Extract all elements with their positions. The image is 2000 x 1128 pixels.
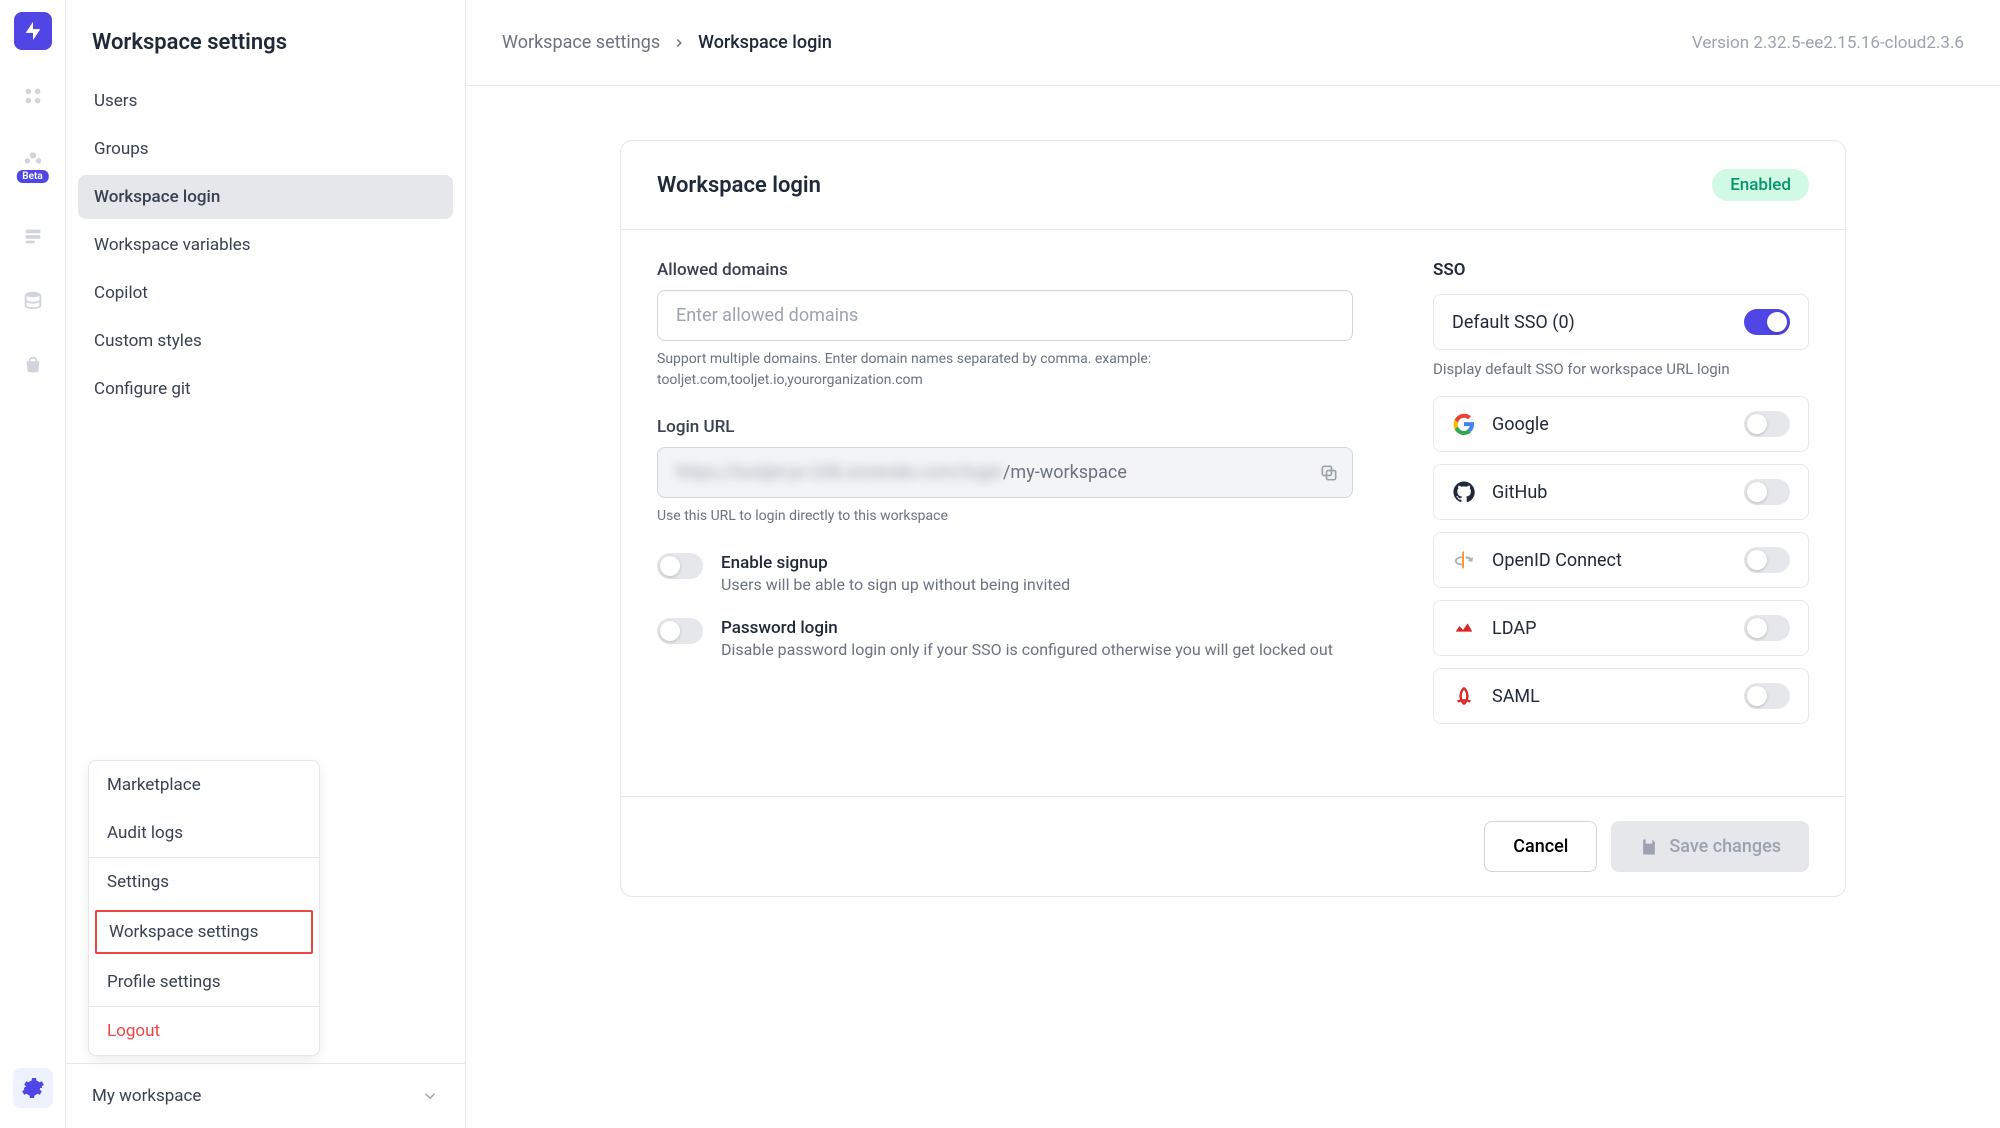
breadcrumb: Workspace settings Workspace login bbox=[502, 32, 832, 53]
enable-signup-desc: Users will be able to sign up without be… bbox=[721, 575, 1070, 594]
database-icon[interactable] bbox=[15, 282, 51, 318]
settings-card: Workspace login Enabled Allowed domains … bbox=[620, 140, 1846, 897]
sso-saml[interactable]: SAML bbox=[1433, 668, 1809, 724]
apps-icon[interactable] bbox=[15, 78, 51, 114]
popup-profile-settings[interactable]: Profile settings bbox=[89, 958, 319, 1006]
copy-icon[interactable] bbox=[1319, 463, 1339, 483]
saml-toggle[interactable] bbox=[1744, 683, 1790, 709]
default-sso-label: Default SSO (0) bbox=[1452, 312, 1575, 333]
status-badge: Enabled bbox=[1712, 169, 1809, 201]
main: Workspace settings Workspace login Versi… bbox=[466, 0, 2000, 1128]
enable-signup-title: Enable signup bbox=[721, 553, 1070, 573]
allowed-domains-label: Allowed domains bbox=[657, 260, 1353, 280]
sidebar-item-workspace-login[interactable]: Workspace login bbox=[78, 175, 453, 219]
topbar: Workspace settings Workspace login Versi… bbox=[466, 0, 2000, 86]
login-url-display: https://tooljet-pr-338.onrender.com/logi… bbox=[657, 447, 1353, 498]
openid-toggle[interactable] bbox=[1744, 547, 1790, 573]
ldap-label: LDAP bbox=[1492, 618, 1536, 639]
version-label: Version 2.32.5-ee2.15.16-cloud2.3.6 bbox=[1692, 33, 1964, 53]
sidebar-item-workspace-variables[interactable]: Workspace variables bbox=[78, 223, 453, 267]
default-sso-row: Default SSO (0) bbox=[1433, 294, 1809, 350]
sidebar-item-users[interactable]: Users bbox=[78, 79, 453, 123]
enable-signup-toggle[interactable] bbox=[657, 553, 703, 579]
openid-label: OpenID Connect bbox=[1492, 550, 1622, 571]
saml-icon bbox=[1452, 684, 1476, 708]
beta-badge: Beta bbox=[16, 170, 48, 183]
save-button[interactable]: Save changes bbox=[1611, 821, 1809, 872]
popup-marketplace[interactable]: Marketplace bbox=[89, 761, 319, 809]
sidebar: Workspace settings Users Groups Workspac… bbox=[66, 0, 466, 1128]
workspace-name: My workspace bbox=[92, 1086, 201, 1106]
icon-sidebar: Beta bbox=[0, 0, 66, 1128]
google-icon bbox=[1452, 412, 1476, 436]
login-url-suffix: /my-workspace bbox=[1003, 462, 1127, 483]
settings-icon[interactable] bbox=[13, 1068, 53, 1108]
sidebar-item-groups[interactable]: Groups bbox=[78, 127, 453, 171]
login-url-help: Use this URL to login directly to this w… bbox=[657, 506, 1353, 527]
google-label: Google bbox=[1492, 414, 1549, 435]
sso-github[interactable]: GitHub bbox=[1433, 464, 1809, 520]
popup-workspace-settings[interactable]: Workspace settings bbox=[95, 910, 313, 954]
save-label: Save changes bbox=[1669, 836, 1781, 857]
ldap-toggle[interactable] bbox=[1744, 615, 1790, 641]
default-sso-help: Display default SSO for workspace URL lo… bbox=[1433, 360, 1809, 378]
sidebar-item-configure-git[interactable]: Configure git bbox=[78, 367, 453, 411]
breadcrumb-current: Workspace login bbox=[698, 32, 832, 53]
sidebar-items: Users Groups Workspace login Workspace v… bbox=[66, 79, 465, 415]
password-login-desc: Disable password login only if your SSO … bbox=[721, 640, 1333, 659]
saml-label: SAML bbox=[1492, 686, 1540, 707]
allowed-domains-input[interactable] bbox=[657, 290, 1353, 341]
sso-heading: SSO bbox=[1433, 260, 1809, 280]
cancel-button[interactable]: Cancel bbox=[1484, 821, 1597, 872]
default-sso-toggle[interactable] bbox=[1744, 309, 1790, 335]
ldap-icon bbox=[1452, 616, 1476, 640]
chevron-right-icon bbox=[672, 36, 686, 50]
login-url-label: Login URL bbox=[657, 417, 1353, 437]
github-toggle[interactable] bbox=[1744, 479, 1790, 505]
popup-audit-logs[interactable]: Audit logs bbox=[89, 809, 319, 857]
login-url-prefix: https://tooljet-pr-338.onrender.com/logi… bbox=[676, 462, 1003, 483]
chevron-down-icon bbox=[421, 1087, 439, 1105]
users-icon[interactable]: Beta bbox=[15, 142, 51, 178]
google-toggle[interactable] bbox=[1744, 411, 1790, 437]
save-icon bbox=[1639, 837, 1659, 857]
github-label: GitHub bbox=[1492, 482, 1547, 503]
sidebar-item-custom-styles[interactable]: Custom styles bbox=[78, 319, 453, 363]
workspace-switcher[interactable]: My workspace bbox=[66, 1063, 465, 1128]
breadcrumb-root[interactable]: Workspace settings bbox=[502, 32, 660, 53]
openid-icon bbox=[1452, 548, 1476, 572]
password-login-toggle[interactable] bbox=[657, 618, 703, 644]
sso-ldap[interactable]: LDAP bbox=[1433, 600, 1809, 656]
app-logo[interactable] bbox=[14, 12, 52, 50]
marketplace-icon[interactable] bbox=[15, 346, 51, 382]
sso-openid[interactable]: OpenID Connect bbox=[1433, 532, 1809, 588]
settings-popup: Marketplace Audit logs Settings Workspac… bbox=[88, 760, 320, 1056]
password-login-title: Password login bbox=[721, 618, 1333, 638]
github-icon bbox=[1452, 480, 1476, 504]
popup-settings[interactable]: Settings bbox=[89, 858, 319, 906]
allowed-domains-help: Support multiple domains. Enter domain n… bbox=[657, 349, 1353, 391]
sidebar-item-copilot[interactable]: Copilot bbox=[78, 271, 453, 315]
card-title: Workspace login bbox=[657, 173, 821, 198]
sso-google[interactable]: Google bbox=[1433, 396, 1809, 452]
sidebar-title: Workspace settings bbox=[66, 0, 465, 79]
popup-logout[interactable]: Logout bbox=[89, 1007, 319, 1055]
tables-icon[interactable] bbox=[15, 218, 51, 254]
